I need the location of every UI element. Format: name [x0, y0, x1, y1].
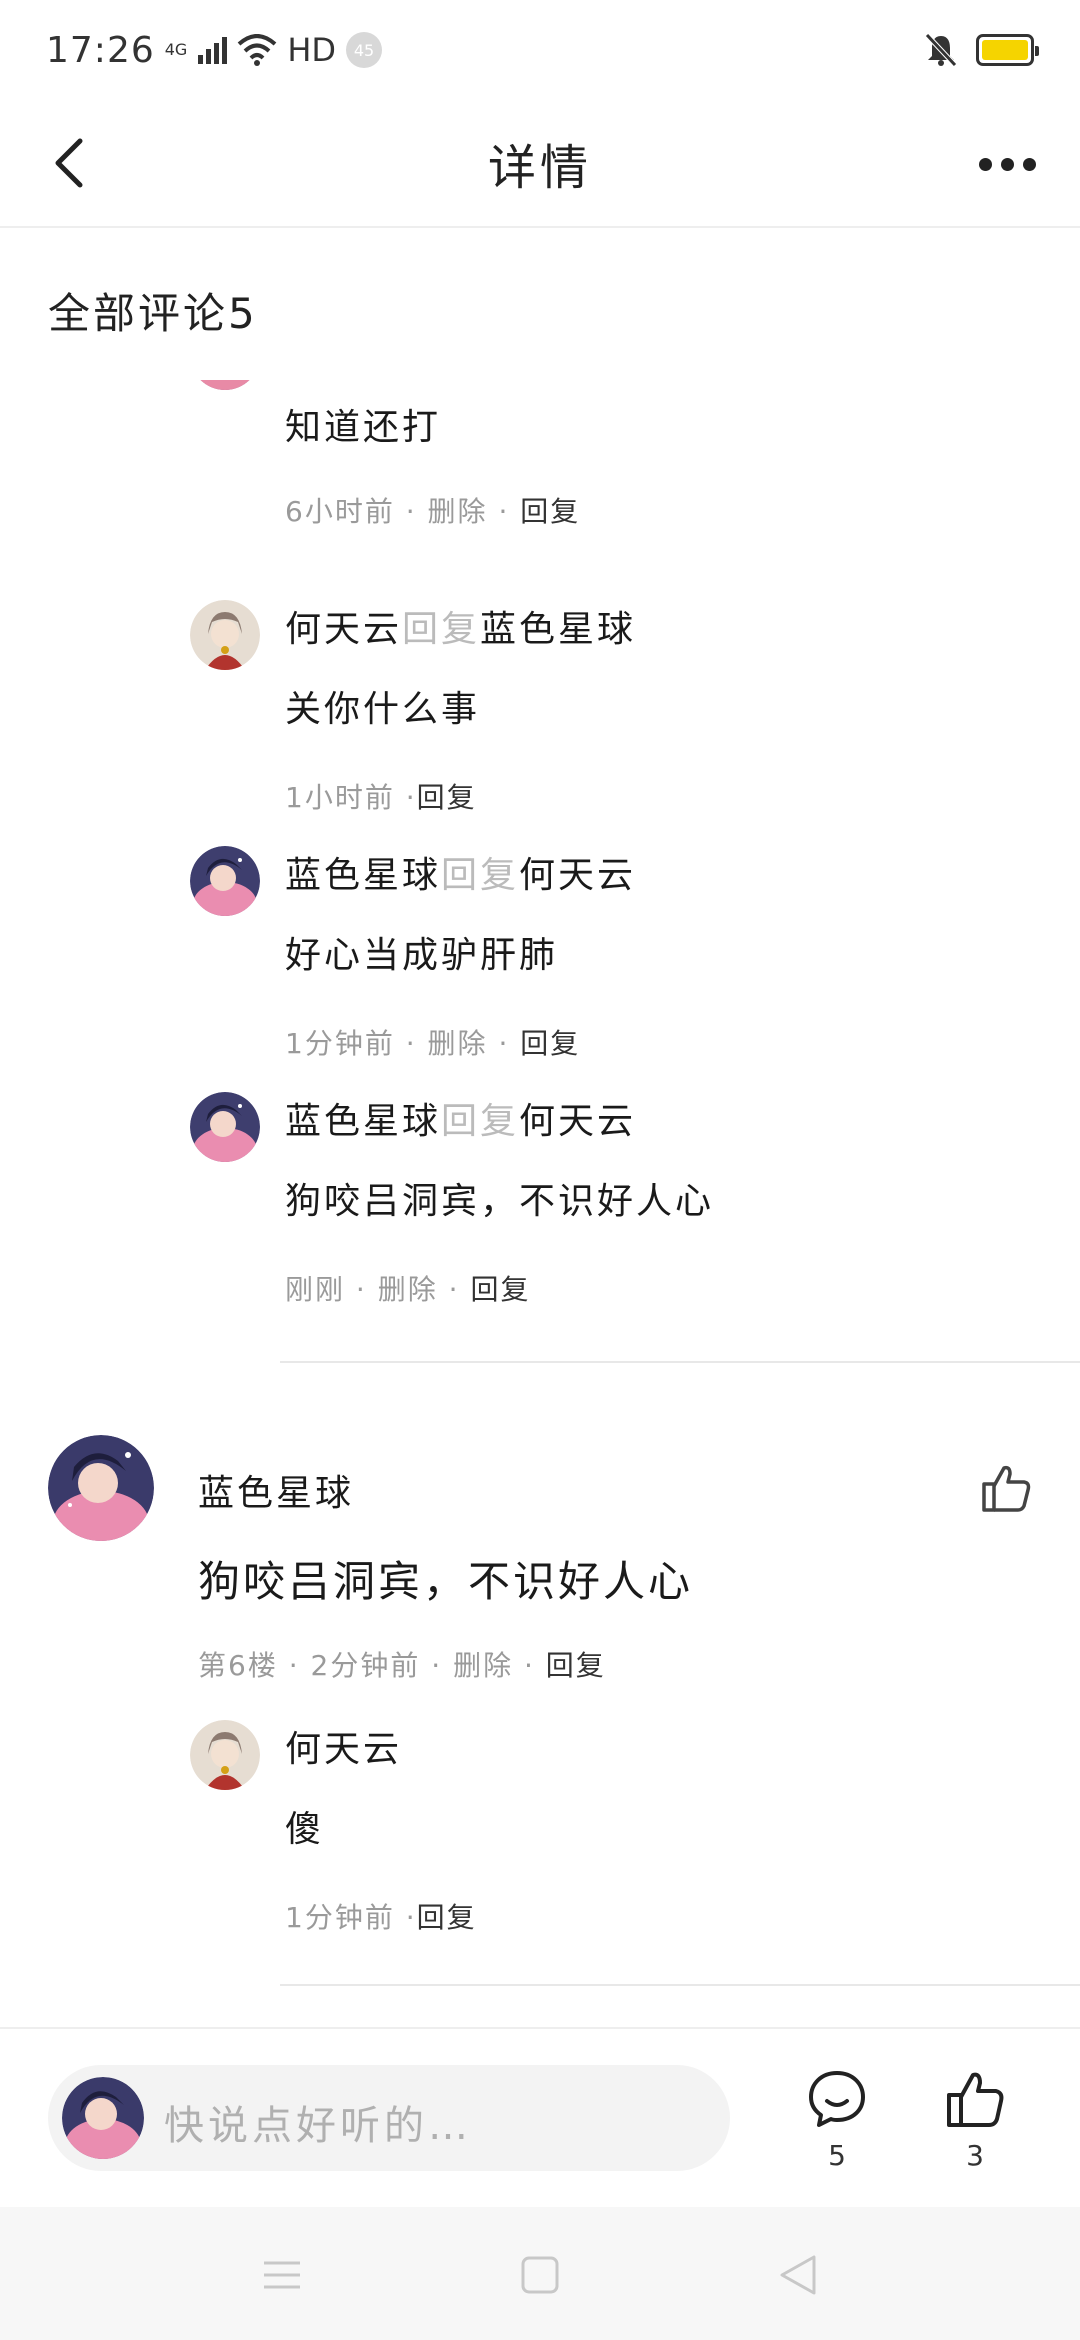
thumbs-up-icon: [947, 2072, 1004, 2127]
like-post-button[interactable]: 3: [930, 2067, 1020, 2172]
status-time: 17:26: [46, 29, 155, 71]
menu-nav-button[interactable]: [252, 2245, 312, 2305]
reply-time: 1分钟前: [285, 1027, 395, 1060]
more-button[interactable]: [972, 136, 1042, 192]
mute-bell-icon: [925, 33, 957, 67]
reply-link[interactable]: 回复: [470, 1273, 530, 1306]
reply-meta: 6小时前 · 删除 · 回复: [285, 495, 581, 528]
comment-meta: 第6楼 · 2分钟前 · 删除 · 回复: [198, 1649, 606, 1682]
home-square-icon: [521, 2256, 559, 2294]
reply-time: 1分钟前: [285, 1901, 395, 1934]
reply-text: 傻: [285, 1809, 325, 1850]
comment-input-placeholder: 快说点好听的…: [164, 2103, 472, 2149]
delete-link[interactable]: 删除: [453, 1649, 513, 1682]
reply-link[interactable]: 回复: [546, 1649, 606, 1682]
delete-link[interactable]: 删除: [428, 1027, 488, 1060]
back-triangle-icon: [780, 2255, 816, 2295]
avatar[interactable]: [190, 846, 260, 916]
reply-text: 知道还打: [285, 407, 442, 448]
reply-header: 蓝色星球回复何天云: [285, 1092, 636, 1144]
reply-link[interactable]: 回复: [417, 1901, 477, 1934]
back-button[interactable]: [50, 128, 120, 198]
reply-meta: 1分钟前 · 删除 · 回复: [285, 1027, 581, 1060]
reply-meta: 1分钟前 ·回复: [285, 1901, 477, 1934]
wifi-icon: [238, 34, 277, 66]
reply-header: 蓝色星球回复何天云: [285, 846, 636, 898]
avatar: [62, 2077, 144, 2159]
avatar[interactable]: [190, 380, 260, 390]
hd-indicator: HD: [287, 31, 337, 69]
reply-target[interactable]: 何天云: [519, 855, 636, 896]
reply-meta: 1小时前 ·回复: [285, 781, 477, 814]
divider: [280, 1361, 1080, 1363]
more-dot-icon: [1000, 157, 1014, 171]
comment-input[interactable]: 快说点好听的…: [48, 2065, 730, 2171]
comments-button[interactable]: 5: [792, 2067, 882, 2172]
reply-item: 何天云 傻 1分钟前 ·回复: [190, 1720, 1080, 1934]
avatar[interactable]: [190, 1720, 260, 1790]
reply-word: 回复: [402, 609, 481, 650]
reply-author[interactable]: 何天云: [285, 609, 402, 650]
reply-text: 好心当成驴肝肺: [285, 935, 559, 976]
reply-author[interactable]: 蓝色星球: [285, 855, 441, 896]
chevron-left-icon: [55, 138, 83, 188]
reply-text: 关你什么事: [285, 689, 481, 730]
status-bar: 17:26 4G HD 45: [0, 0, 1080, 100]
notification-badge: 45: [346, 32, 383, 68]
status-left: 17:26 4G HD 45: [46, 29, 383, 71]
delete-link[interactable]: 删除: [378, 1273, 438, 1306]
delete-link[interactable]: 删除: [428, 495, 488, 528]
reply-header: 何天云回复蓝色星球: [285, 600, 636, 652]
reply-link[interactable]: 回复: [417, 781, 477, 814]
like-button[interactable]: [978, 1460, 1034, 1520]
reply-link[interactable]: 回复: [520, 495, 580, 528]
divider: [280, 1984, 1080, 1986]
top-app-bar: 详情: [0, 100, 1080, 228]
like-count: 3: [966, 2139, 984, 2172]
reply-author[interactable]: 蓝色星球: [285, 1101, 441, 1142]
reply-time: 6小时前: [285, 495, 395, 528]
avatar[interactable]: [190, 1092, 260, 1162]
reply-item: 蓝色星球回复何天云 狗咬吕洞宾，不识好人心 刚刚 · 删除 · 回复: [190, 1092, 1080, 1306]
floor-number: 第6楼: [198, 1649, 278, 1682]
home-nav-button[interactable]: [510, 2245, 570, 2305]
comment-list[interactable]: 知道还打 6小时前 · 删除 · 回复 何天云回复蓝色星球 关你什么事 1小时前…: [0, 380, 1080, 2025]
reply-word: 回复: [441, 1101, 520, 1142]
comment-time: 2分钟前: [310, 1649, 421, 1682]
reply-time: 1小时前: [285, 781, 395, 814]
menu-icon: [264, 2261, 300, 2289]
more-dot-icon: [978, 157, 992, 171]
bottom-comment-bar: 快说点好听的… 5 3: [0, 2027, 1080, 2207]
reply-meta: 刚刚 · 删除 · 回复: [285, 1273, 531, 1306]
status-right: [924, 32, 1039, 68]
reply-target[interactable]: 何天云: [519, 1101, 636, 1142]
comment-author[interactable]: 蓝色星球: [198, 1464, 354, 1516]
page-title: 详情: [487, 140, 592, 196]
avatar[interactable]: [190, 600, 260, 670]
thumbs-up-icon: [982, 1465, 1031, 1512]
reply-time: 刚刚: [285, 1273, 346, 1306]
comment-text: 狗咬吕洞宾，不识好人心: [198, 1557, 694, 1606]
battery-icon: [976, 34, 1039, 66]
back-nav-button[interactable]: [768, 2245, 828, 2305]
reply-item: 知道还打 6小时前 · 删除 · 回复: [190, 380, 1080, 528]
more-dot-icon: [1022, 157, 1036, 171]
signal-icon: [198, 37, 228, 64]
reply-author[interactable]: 何天云: [285, 1720, 402, 1772]
system-nav-bar: [0, 2207, 1080, 2340]
reply-item: 何天云回复蓝色星球 关你什么事 1小时前 ·回复: [190, 600, 1080, 814]
reply-link[interactable]: 回复: [520, 1027, 580, 1060]
all-comments-title: 全部评论5: [48, 289, 258, 338]
reply-item: 蓝色星球回复何天云 好心当成驴肝肺 1分钟前 · 删除 · 回复: [190, 846, 1080, 1060]
comment-count: 5: [828, 2139, 846, 2172]
reply-target[interactable]: 蓝色星球: [480, 609, 636, 650]
comment-bubble-icon: [809, 2071, 865, 2127]
reply-word: 回复: [441, 855, 520, 896]
reply-text: 狗咬吕洞宾，不识好人心: [285, 1181, 715, 1222]
avatar[interactable]: [48, 1435, 154, 1541]
network-type: 4G: [164, 40, 188, 59]
